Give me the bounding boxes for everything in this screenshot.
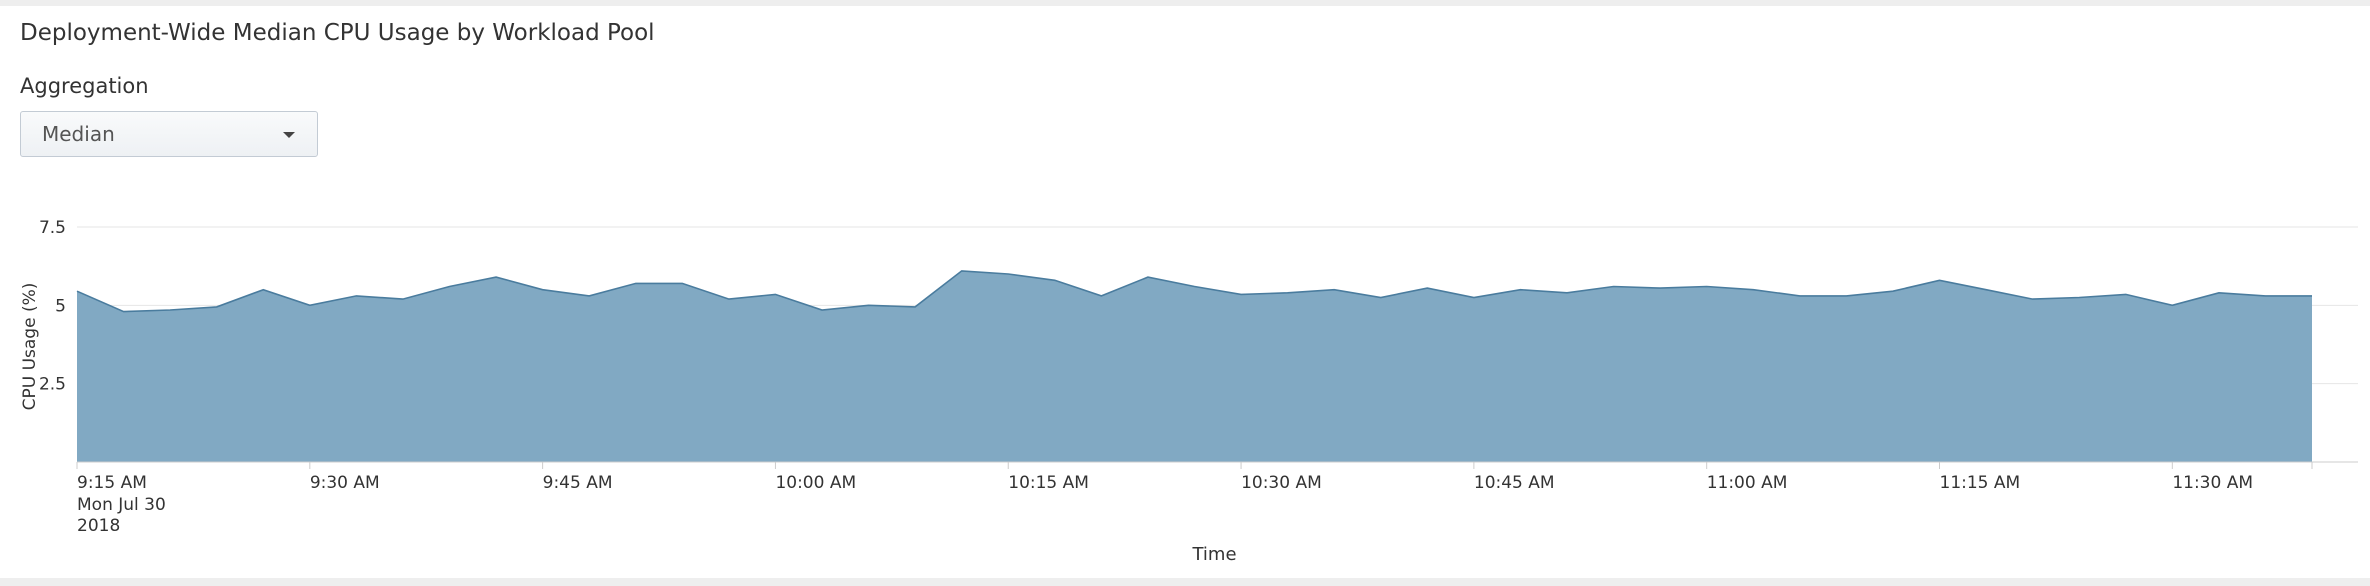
data-point [1286, 291, 1289, 294]
data-point [1566, 291, 1569, 294]
data-point [1193, 285, 1196, 288]
cpu-usage-area [77, 270, 2312, 462]
data-point [2171, 304, 2174, 307]
data-point [122, 310, 125, 313]
dashboard-page: Deployment-Wide Median CPU Usage by Work… [0, 0, 2370, 586]
data-point [1752, 288, 1755, 291]
x-tick-label: 11:15 AM [1940, 473, 2021, 493]
data-point [774, 293, 777, 296]
data-point [1053, 279, 1056, 282]
data-point [914, 305, 917, 308]
x-tick-label: 9:30 AM [310, 473, 380, 493]
cpu-usage-area-chart: 2.5 5 7.5 9:15 AM 9:30 AM 9:45 AM 10:00 AM 10:1… [20, 218, 2358, 565]
x-tick-sublabel: 2018 [77, 516, 120, 536]
data-point [2078, 296, 2081, 299]
x-tick-label: 10:45 AM [1474, 473, 1555, 493]
data-point [215, 305, 218, 308]
data-point [1891, 290, 1894, 293]
data-point [2264, 294, 2267, 297]
data-point [541, 288, 544, 291]
x-tick-label: 10:15 AM [1008, 473, 1089, 493]
data-point [1472, 296, 1475, 299]
data-point [681, 282, 684, 285]
y-tick-label: 2.5 [39, 375, 66, 395]
data-point [169, 309, 172, 312]
data-point [448, 285, 451, 288]
data-point [1705, 285, 1708, 288]
data-point [2217, 291, 2220, 294]
data-point [588, 294, 591, 297]
x-tick-label: 9:45 AM [543, 473, 613, 493]
data-point [401, 298, 404, 301]
data-point [634, 282, 637, 285]
x-axis-title: Time [1191, 544, 1236, 565]
x-tick-label: 10:30 AM [1241, 473, 1322, 493]
data-point [1845, 294, 1848, 297]
data-point [867, 304, 870, 307]
data-point [1426, 287, 1429, 290]
data-point [76, 290, 79, 293]
y-tick-label: 7.5 [39, 218, 66, 238]
data-point [960, 269, 963, 272]
x-tick-label: 9:15 AM [77, 473, 147, 493]
data-point [1798, 294, 1801, 297]
x-tick-label: 11:30 AM [2172, 473, 2253, 493]
data-point [1240, 293, 1243, 296]
data-point [821, 309, 824, 312]
data-point [1659, 287, 1662, 290]
data-point [2124, 293, 2127, 296]
data-point [1985, 288, 1988, 291]
x-tick-label: 10:00 AM [775, 473, 856, 493]
data-point [1007, 273, 1010, 276]
data-point [1938, 279, 1941, 282]
x-tick-label: 11:00 AM [1707, 473, 1788, 493]
data-point [2031, 298, 2034, 301]
y-axis-title: CPU Usage (%) [20, 283, 40, 411]
data-point [308, 304, 311, 307]
x-tick-sublabel: Mon Jul 30 [77, 495, 166, 515]
data-point [1333, 288, 1336, 291]
data-point [1612, 285, 1615, 288]
data-point [1519, 288, 1522, 291]
data-point [495, 276, 498, 279]
data-point [1379, 296, 1382, 299]
data-point [727, 298, 730, 301]
data-point [1146, 276, 1149, 279]
data-point [2311, 294, 2314, 297]
data-point [1100, 294, 1103, 297]
data-point [262, 288, 265, 291]
y-tick-label: 5 [55, 296, 66, 316]
data-point [355, 294, 358, 297]
